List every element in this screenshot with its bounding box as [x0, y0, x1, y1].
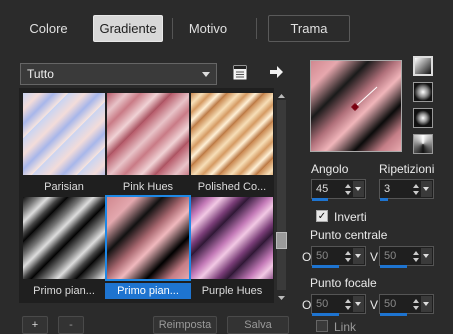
- gradient-swatch: [23, 93, 105, 175]
- stepper-up-icon[interactable]: [345, 299, 351, 303]
- focal-o-slider-fill: [312, 313, 339, 316]
- gradient-swatch: [107, 93, 189, 175]
- scroll-down-icon[interactable]: [277, 291, 286, 300]
- gradient-caption: Purple Hues: [201, 285, 263, 297]
- center-o-value: 50: [316, 250, 329, 262]
- gradient-caption: Parisian: [44, 181, 84, 193]
- tab-label: Motivo: [188, 21, 228, 36]
- center-point-label: Punto centrale: [310, 228, 388, 242]
- gradient-swatch: [191, 93, 273, 175]
- gradient-caption: Pink Hues: [122, 181, 174, 193]
- stepper-up-icon[interactable]: [345, 251, 351, 255]
- scrollbar-track[interactable]: [277, 100, 286, 290]
- save-label: Salva: [244, 319, 272, 331]
- category-selected: Tutto: [27, 67, 54, 81]
- center-v-slider-fill: [380, 265, 407, 268]
- save-button[interactable]: Salva: [227, 316, 289, 334]
- gradient-item-primo-piano-2[interactable]: [105, 195, 191, 281]
- reset-label: Reimposta: [158, 319, 212, 331]
- tab-motivo[interactable]: Motivo: [176, 15, 240, 42]
- stepper-down-icon[interactable]: [413, 306, 419, 310]
- dropdown-arrow-icon[interactable]: [353, 296, 364, 312]
- tab-divider: [172, 18, 173, 39]
- gradient-item-primo-piano-1[interactable]: [23, 197, 105, 279]
- rectangular-style-icon[interactable]: [413, 82, 433, 102]
- center-v-label: V: [370, 250, 379, 264]
- gradient-caption-selected: Primo pian...: [105, 283, 191, 299]
- focal-point-label: Punto focale: [310, 276, 377, 290]
- stepper-down-icon[interactable]: [413, 191, 419, 195]
- radial-style-icon[interactable]: [413, 108, 433, 128]
- chevron-down-icon: [202, 72, 210, 77]
- center-v-stepper[interactable]: 50: [379, 246, 434, 266]
- repeats-stepper[interactable]: 3: [379, 179, 434, 199]
- focal-v-stepper[interactable]: 50: [379, 294, 434, 314]
- tab-divider: [256, 18, 257, 39]
- tab-label: Gradiente: [99, 21, 157, 36]
- repeats-label: Ripetizioni: [379, 162, 435, 176]
- link-label: Link: [334, 320, 357, 334]
- stepper-up-icon[interactable]: [413, 184, 419, 188]
- stepper-down-icon[interactable]: [413, 258, 419, 262]
- angle-stepper[interactable]: 45: [311, 179, 366, 199]
- gradient-swatch: [107, 197, 189, 279]
- center-o-stepper[interactable]: 50: [311, 246, 366, 266]
- palette-icon[interactable]: [233, 65, 248, 80]
- tab-label: Colore: [29, 21, 68, 36]
- arrow-right-icon[interactable]: [268, 64, 284, 80]
- link-checkbox[interactable]: [316, 320, 328, 332]
- gradient-item-pink-hues[interactable]: [107, 93, 189, 175]
- repeats-slider-fill: [380, 198, 388, 201]
- gradient-swatch: [23, 197, 105, 279]
- gradient-caption: Polished Co...: [197, 181, 267, 193]
- angle-slider-fill: [312, 198, 328, 201]
- tab-label: Trama: [290, 21, 328, 36]
- stepper-up-icon[interactable]: [413, 299, 419, 303]
- remove-button[interactable]: -: [58, 316, 84, 334]
- invert-label: Inverti: [334, 210, 367, 224]
- invert-checkbox[interactable]: ✓: [316, 210, 328, 222]
- focal-v-label: V: [370, 298, 379, 312]
- gradient-item-purple-hues[interactable]: [191, 197, 273, 279]
- focal-o-stepper[interactable]: 50: [311, 294, 366, 314]
- add-label: +: [31, 319, 39, 331]
- category-dropdown[interactable]: Tutto: [20, 63, 217, 85]
- focal-v-value: 50: [384, 298, 397, 310]
- stepper-up-icon[interactable]: [413, 251, 419, 255]
- stepper-down-icon[interactable]: [345, 258, 351, 262]
- gradient-item-polished-copper[interactable]: [191, 93, 273, 175]
- reset-button[interactable]: Reimposta: [153, 316, 217, 334]
- angle-label: Angolo: [311, 162, 349, 176]
- remove-label: -: [69, 319, 73, 331]
- add-button[interactable]: +: [22, 316, 48, 334]
- focal-o-value: 50: [316, 298, 329, 310]
- focal-o-label: O: [302, 298, 312, 312]
- gradient-caption: Primo pian...: [33, 285, 95, 297]
- dropdown-arrow-icon[interactable]: [421, 296, 432, 312]
- center-o-label: O: [302, 250, 312, 264]
- stepper-down-icon[interactable]: [345, 306, 351, 310]
- center-v-value: 50: [384, 250, 397, 262]
- tab-gradiente[interactable]: Gradiente: [93, 15, 163, 42]
- scrollbar-thumb[interactable]: [276, 232, 287, 249]
- focal-v-slider-fill: [380, 313, 407, 316]
- angle-handle-icon: [351, 86, 378, 111]
- gradient-item-parisian[interactable]: [23, 93, 105, 175]
- gradient-preview[interactable]: [310, 60, 402, 152]
- dropdown-arrow-icon[interactable]: [353, 248, 364, 264]
- tab-trama[interactable]: Trama: [268, 15, 350, 42]
- linear-style-icon[interactable]: [413, 56, 433, 76]
- sunburst-style-icon[interactable]: [413, 134, 433, 154]
- center-o-slider-fill: [312, 265, 339, 268]
- angle-value: 45: [316, 183, 329, 195]
- tab-colore[interactable]: Colore: [17, 15, 80, 42]
- scroll-up-icon[interactable]: [277, 90, 286, 99]
- stepper-down-icon[interactable]: [345, 191, 351, 195]
- stepper-up-icon[interactable]: [345, 184, 351, 188]
- dropdown-arrow-icon[interactable]: [353, 181, 364, 197]
- dropdown-arrow-icon[interactable]: [421, 181, 432, 197]
- gradient-swatch: [191, 197, 273, 279]
- repeats-value: 3: [384, 183, 391, 195]
- dropdown-arrow-icon[interactable]: [421, 248, 432, 264]
